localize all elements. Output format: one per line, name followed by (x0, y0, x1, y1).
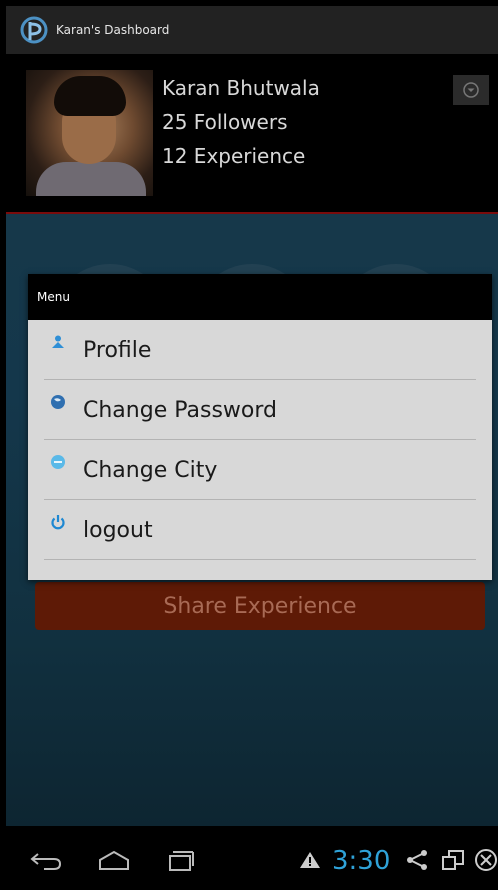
avatar[interactable] (26, 70, 153, 196)
menu-item-change-password[interactable]: Change Password (28, 380, 492, 440)
profile-experience: 12 Experience (162, 144, 306, 168)
share-experience-button[interactable]: Share Experience (35, 582, 485, 630)
power-icon (51, 515, 65, 530)
share-icon[interactable] (404, 848, 430, 872)
screen: Karan's Dashboard Karan Bhutwala 25 Foll… (0, 0, 498, 890)
profile-header: Karan Bhutwala 25 Followers 12 Experienc… (6, 54, 498, 214)
back-icon[interactable] (26, 848, 66, 872)
menu-item-logout[interactable]: logout (28, 500, 492, 560)
menu-item-label: Change City (83, 458, 218, 483)
menu-item-label: Profile (83, 338, 152, 363)
city-icon (51, 455, 65, 469)
window-icon[interactable] (440, 848, 466, 872)
status-clock: 3:30 (332, 846, 391, 876)
close-icon[interactable] (472, 848, 498, 872)
menu-item-label: Change Password (83, 398, 277, 423)
menu-titlebar: Menu (28, 274, 492, 320)
menu-item-label: logout (83, 518, 153, 543)
action-bar: Karan's Dashboard (6, 6, 498, 54)
system-nav-bar: 3:30 (0, 826, 498, 890)
home-icon[interactable] (94, 848, 134, 872)
person-icon (52, 335, 64, 348)
app-logo-icon[interactable] (20, 16, 48, 44)
dropdown-button[interactable] (453, 75, 489, 105)
menu-item-profile[interactable]: Profile (28, 320, 492, 380)
globe-icon (51, 395, 65, 409)
menu-dialog: Menu Profile Change Password Change City… (28, 274, 492, 580)
recent-apps-icon[interactable] (160, 848, 200, 872)
profile-name: Karan Bhutwala (162, 76, 320, 100)
app-title: Karan's Dashboard (56, 23, 170, 37)
profile-followers: 25 Followers (162, 110, 288, 134)
menu-title: Menu (37, 290, 70, 304)
warning-icon (300, 852, 320, 868)
menu-item-change-city[interactable]: Change City (28, 440, 492, 500)
chevron-down-icon (463, 82, 479, 98)
